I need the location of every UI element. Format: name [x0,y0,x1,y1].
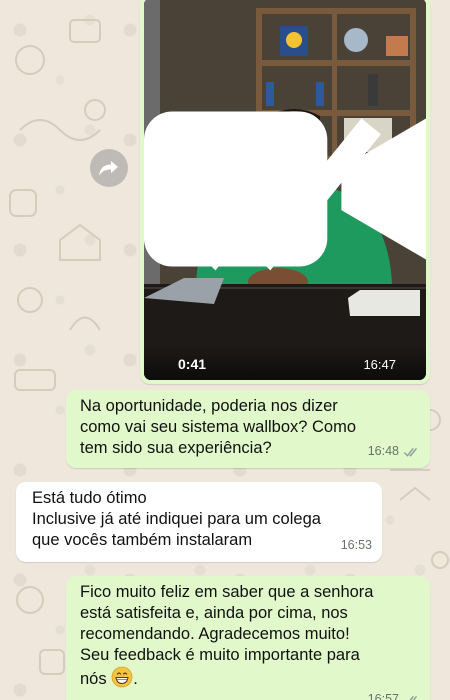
message-text-line: Inclusive já até indiquei para um colega [32,510,321,528]
message-text-line: que vocês também instalaram [32,531,253,549]
message-text-line: tem sido sua experiência? [80,439,272,457]
forward-icon [99,161,118,176]
forward-button[interactable] [90,149,128,187]
message-text-line: Fico muito feliz em saber que a senhora [80,583,374,601]
message-timestamp: 16:57 [367,692,399,700]
message-meta: 16:48 [368,441,420,462]
message-meta: 16:53 [341,535,372,556]
grinning-face-emoji [111,666,133,688]
double-check-icon [150,118,381,271]
message-text-line: Na oportunidade, poderia nos dizer [80,397,338,415]
message-text-line: está satisfeita e, ainda por cima, nos [80,604,348,622]
message-text-fragment: nós [80,670,107,688]
message-timestamp: 16:48 [367,444,399,458]
message-text-line: Está tudo ótimo [32,489,147,507]
message-text-line: Seu feedback é muito importante para [80,646,360,664]
message-text-line: nós . [80,666,416,690]
outgoing-message[interactable]: Fico muito feliz em saber que a senhora … [66,576,430,700]
video-thumbnail[interactable]: 0:41 16:47 [144,0,426,380]
message-text-line: como vai seu sistema wallbox? Como [80,418,357,436]
outgoing-message[interactable]: Na oportunidade, poderia nos dizer como … [66,390,430,468]
video-message-bubble[interactable]: 0:41 16:47 [140,0,430,384]
double-check-icon [403,447,418,457]
message-text-line: recomendando. Agradecemos muito! [80,625,350,643]
incoming-message[interactable]: Está tudo ótimo Inclusive já até indique… [16,482,382,562]
double-check-icon [404,695,418,700]
message-text-fragment: . [133,670,138,688]
message-meta: 16:57 [368,689,420,700]
message-timestamp: 16:53 [340,538,372,552]
